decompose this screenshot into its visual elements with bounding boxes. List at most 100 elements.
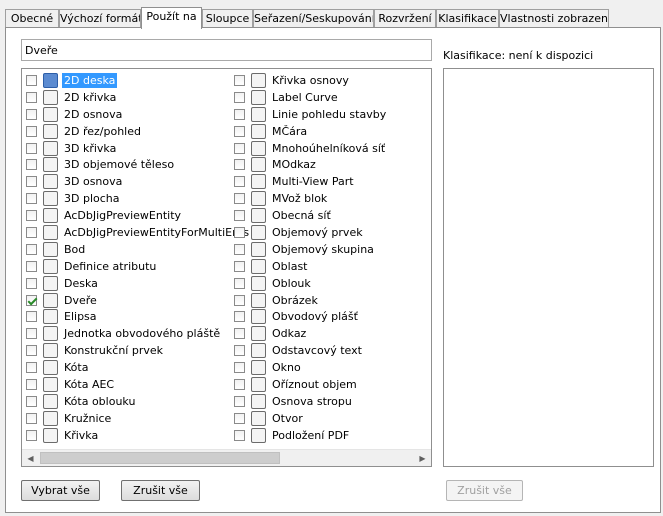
object-list-item[interactable]: Objemový skupina: [232, 241, 431, 258]
object-list-item[interactable]: Label Curve: [232, 89, 431, 106]
tab-applies-to[interactable]: Použít na: [141, 7, 202, 29]
object-list-item[interactable]: 2D křivka: [24, 89, 229, 106]
object-checkbox[interactable]: [234, 395, 245, 407]
object-checkbox[interactable]: [234, 193, 245, 205]
object-checkbox[interactable]: [26, 345, 37, 357]
object-checkbox[interactable]: [26, 412, 37, 424]
object-checkbox[interactable]: [234, 412, 245, 424]
object-checkbox[interactable]: [234, 328, 245, 340]
object-checkbox[interactable]: [234, 91, 245, 103]
scroll-left-icon[interactable]: ◀: [22, 450, 39, 467]
object-checkbox[interactable]: [26, 193, 37, 205]
object-list-item[interactable]: 3D plocha: [24, 190, 229, 207]
object-list-item[interactable]: Konstrukční prvek: [24, 342, 229, 359]
scroll-right-icon[interactable]: ▶: [414, 450, 431, 467]
object-checkbox[interactable]: [234, 125, 245, 137]
object-list-item[interactable]: Oblast: [232, 258, 431, 275]
object-list-item[interactable]: Obrázek: [232, 292, 431, 309]
object-checkbox[interactable]: [234, 108, 245, 120]
object-checkbox[interactable]: [234, 260, 245, 272]
object-list-item[interactable]: 3D křivka: [24, 140, 229, 157]
object-checkbox[interactable]: [26, 159, 37, 171]
object-checkbox[interactable]: [26, 294, 37, 306]
object-checkbox[interactable]: [26, 328, 37, 340]
name-field[interactable]: [21, 39, 432, 61]
object-list-item[interactable]: Kóta AEC: [24, 376, 229, 393]
object-list-item[interactable]: Kružnice: [24, 410, 229, 427]
object-list-item[interactable]: Objemový prvek: [232, 224, 431, 241]
object-list-item[interactable]: 2D řez/pohled: [24, 123, 229, 140]
object-checkbox[interactable]: [26, 395, 37, 407]
object-list-item[interactable]: MČára: [232, 123, 431, 140]
object-list-item[interactable]: Kóta: [24, 359, 229, 376]
tab-default-format[interactable]: Výchozí formát: [59, 9, 141, 28]
object-list-item[interactable]: Multi-View Part: [232, 173, 431, 190]
object-list-item[interactable]: 3D osnova: [24, 173, 229, 190]
object-checkbox[interactable]: [234, 345, 245, 357]
object-checkbox[interactable]: [234, 75, 245, 86]
object-checkbox[interactable]: [26, 311, 37, 323]
object-checkbox[interactable]: [26, 260, 37, 272]
tab-general[interactable]: Obecné: [5, 9, 59, 28]
object-checkbox[interactable]: [234, 379, 245, 391]
object-list-item[interactable]: AcDbJigPreviewEntity: [24, 207, 229, 224]
object-checkbox[interactable]: [234, 294, 245, 306]
tab-display-properties[interactable]: Vlastnosti zobrazení: [499, 9, 609, 28]
object-checkbox[interactable]: [234, 227, 245, 239]
object-list-item[interactable]: 2D deska: [24, 72, 229, 89]
object-list-item[interactable]: Elipsa: [24, 308, 229, 325]
tab-sorting-grouping[interactable]: Seřazení/Seskupování: [253, 9, 374, 28]
object-checkbox[interactable]: [26, 210, 37, 222]
object-type-list[interactable]: 2D deska 2D křivka 2D osnova 2D řez/pohled 3…: [21, 68, 432, 467]
scrollbar-thumb[interactable]: [40, 452, 280, 464]
object-list-item[interactable]: Křivka: [24, 427, 229, 444]
object-checkbox[interactable]: [26, 125, 37, 137]
object-list-item[interactable]: Mnohoúhelníková síť: [232, 140, 431, 157]
object-list-item[interactable]: Otvor: [232, 410, 431, 427]
object-checkbox[interactable]: [26, 429, 37, 441]
object-list-item[interactable]: AcDbJigPreviewEntityForMultiEnts: [24, 224, 249, 241]
object-list-item[interactable]: Osnova stropu: [232, 393, 431, 410]
object-list-item[interactable]: Obecná síť: [232, 207, 431, 224]
object-checkbox[interactable]: [234, 210, 245, 222]
object-list-item[interactable]: Jednotka obvodového pláště: [24, 325, 229, 342]
object-checkbox[interactable]: [26, 362, 37, 374]
object-checkbox[interactable]: [26, 108, 37, 120]
object-list-item[interactable]: Definice atributu: [24, 258, 229, 275]
object-list-item[interactable]: Podložení PDF: [232, 427, 431, 444]
object-checkbox[interactable]: [234, 362, 245, 374]
clear-all-button[interactable]: Zrušit vše: [121, 480, 200, 501]
object-checkbox[interactable]: [234, 277, 245, 289]
object-list-item[interactable]: MVož blok: [232, 190, 431, 207]
object-list-item[interactable]: Oblouk: [232, 275, 431, 292]
object-list-item[interactable]: Křivka osnovy: [232, 72, 431, 89]
object-list-item[interactable]: 2D osnova: [24, 106, 229, 123]
object-checkbox[interactable]: [234, 176, 245, 188]
object-checkbox[interactable]: [26, 277, 37, 289]
select-all-button[interactable]: Vybrat vše: [21, 480, 100, 501]
object-list-item[interactable]: Bod: [24, 241, 229, 258]
object-checkbox[interactable]: [26, 176, 37, 188]
object-list-item[interactable]: Linie pohledu stavby: [232, 106, 431, 123]
object-checkbox[interactable]: [26, 142, 37, 154]
horizontal-scrollbar[interactable]: ◀ ▶: [22, 449, 431, 466]
object-list-item[interactable]: Oříznout objem: [232, 376, 431, 393]
object-list-item[interactable]: MOdkaz: [232, 156, 431, 173]
object-checkbox[interactable]: [234, 159, 245, 171]
object-list-item[interactable]: Obvodový plášť: [232, 308, 431, 325]
object-list-item[interactable]: 3D objemové těleso: [24, 156, 229, 173]
object-checkbox[interactable]: [234, 142, 245, 154]
object-checkbox[interactable]: [234, 311, 245, 323]
object-checkbox[interactable]: [26, 91, 37, 103]
object-checkbox[interactable]: [26, 75, 37, 86]
tab-columns[interactable]: Sloupce: [202, 9, 253, 28]
object-checkbox[interactable]: [26, 227, 37, 239]
object-checkbox[interactable]: [234, 429, 245, 441]
object-list-item[interactable]: Okno: [232, 359, 431, 376]
object-list-item[interactable]: Kóta oblouku: [24, 393, 229, 410]
object-list-item[interactable]: Odstavcový text: [232, 342, 431, 359]
classification-list[interactable]: [443, 68, 654, 467]
object-checkbox[interactable]: [26, 379, 37, 391]
object-list-item[interactable]: Odkaz: [232, 325, 431, 342]
tab-classification[interactable]: Klasifikace: [436, 9, 499, 28]
